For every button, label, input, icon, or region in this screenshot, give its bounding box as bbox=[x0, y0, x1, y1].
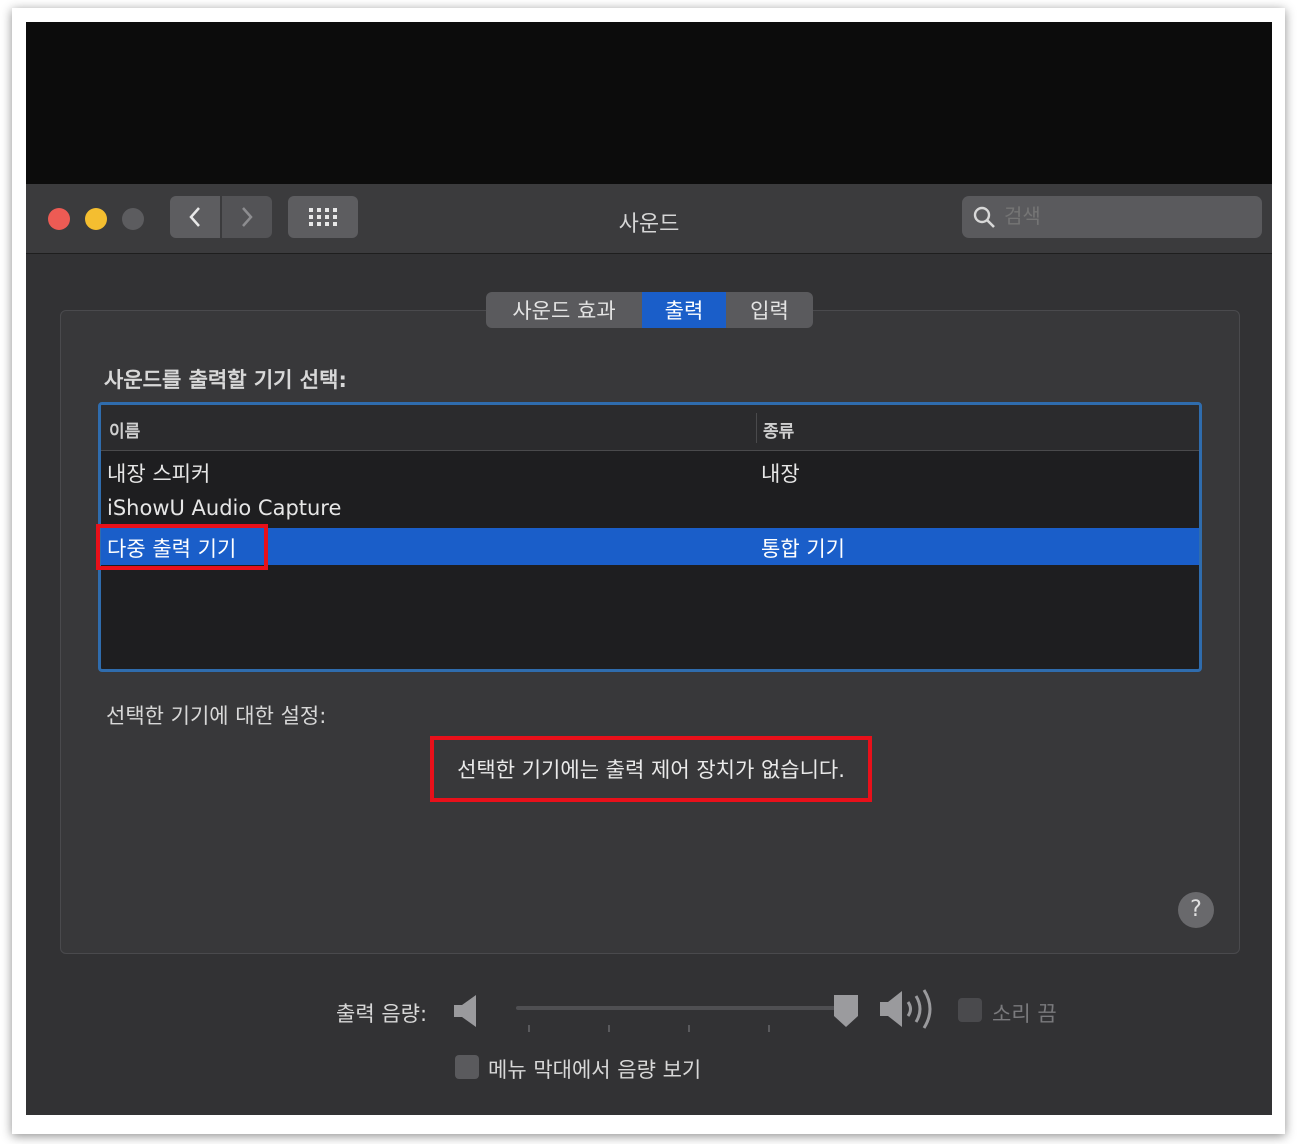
search-icon bbox=[973, 206, 995, 228]
speaker-high-icon[interactable] bbox=[878, 986, 942, 1032]
desktop-background bbox=[26, 22, 1272, 184]
column-header-type[interactable]: 종류 bbox=[763, 417, 794, 442]
tab-input[interactable]: 입력 bbox=[726, 292, 813, 328]
device-name: iShowU Audio Capture bbox=[107, 496, 342, 520]
table-row[interactable]: 내장 스피커 내장 bbox=[101, 453, 1199, 490]
slider-tick bbox=[528, 1025, 530, 1032]
settings-heading: 선택한 기기에 대한 설정: bbox=[106, 704, 327, 728]
mute-label: 소리 끔 bbox=[992, 1002, 1057, 1026]
annotation-highlight-message bbox=[430, 736, 872, 802]
volume-slider-knob[interactable] bbox=[831, 992, 861, 1030]
search-field[interactable] bbox=[962, 196, 1262, 238]
table-row[interactable]: iShowU Audio Capture bbox=[101, 491, 1199, 528]
show-volume-in-menubar-label: 메뉴 막대에서 음량 보기 bbox=[488, 1058, 702, 1082]
device-select-heading: 사운드를 출력할 기기 선택: bbox=[104, 368, 347, 392]
table-header: 이름 종류 bbox=[101, 405, 1199, 451]
device-name: 내장 스피커 bbox=[107, 462, 211, 486]
tab-sound-effects[interactable]: 사운드 효과 bbox=[486, 292, 642, 328]
help-button[interactable]: ? bbox=[1178, 892, 1214, 928]
annotation-highlight-device bbox=[96, 524, 268, 570]
title-bar: 사운드 bbox=[26, 184, 1272, 254]
device-type: 통합 기기 bbox=[761, 537, 845, 561]
sound-preferences-window: 사운드 사운드 효과 출력 입력 사운드를 출력할 기기 선택: 이름 종류 내… bbox=[26, 22, 1272, 1115]
slider-tick bbox=[608, 1025, 610, 1032]
search-input[interactable] bbox=[1004, 204, 1244, 228]
tab-output[interactable]: 출력 bbox=[642, 292, 726, 328]
mute-checkbox[interactable] bbox=[958, 998, 982, 1022]
slider-tick bbox=[768, 1025, 770, 1032]
device-type: 내장 bbox=[761, 462, 800, 486]
output-volume-label: 출력 음량: bbox=[336, 1002, 428, 1026]
volume-slider-track[interactable] bbox=[516, 1006, 856, 1010]
tab-bar: 사운드 효과 출력 입력 bbox=[486, 292, 813, 328]
column-header-name[interactable]: 이름 bbox=[109, 417, 140, 442]
slider-tick bbox=[688, 1025, 690, 1032]
speaker-low-icon[interactable] bbox=[452, 992, 482, 1030]
show-volume-in-menubar-checkbox[interactable] bbox=[455, 1055, 479, 1079]
column-divider bbox=[756, 413, 757, 443]
